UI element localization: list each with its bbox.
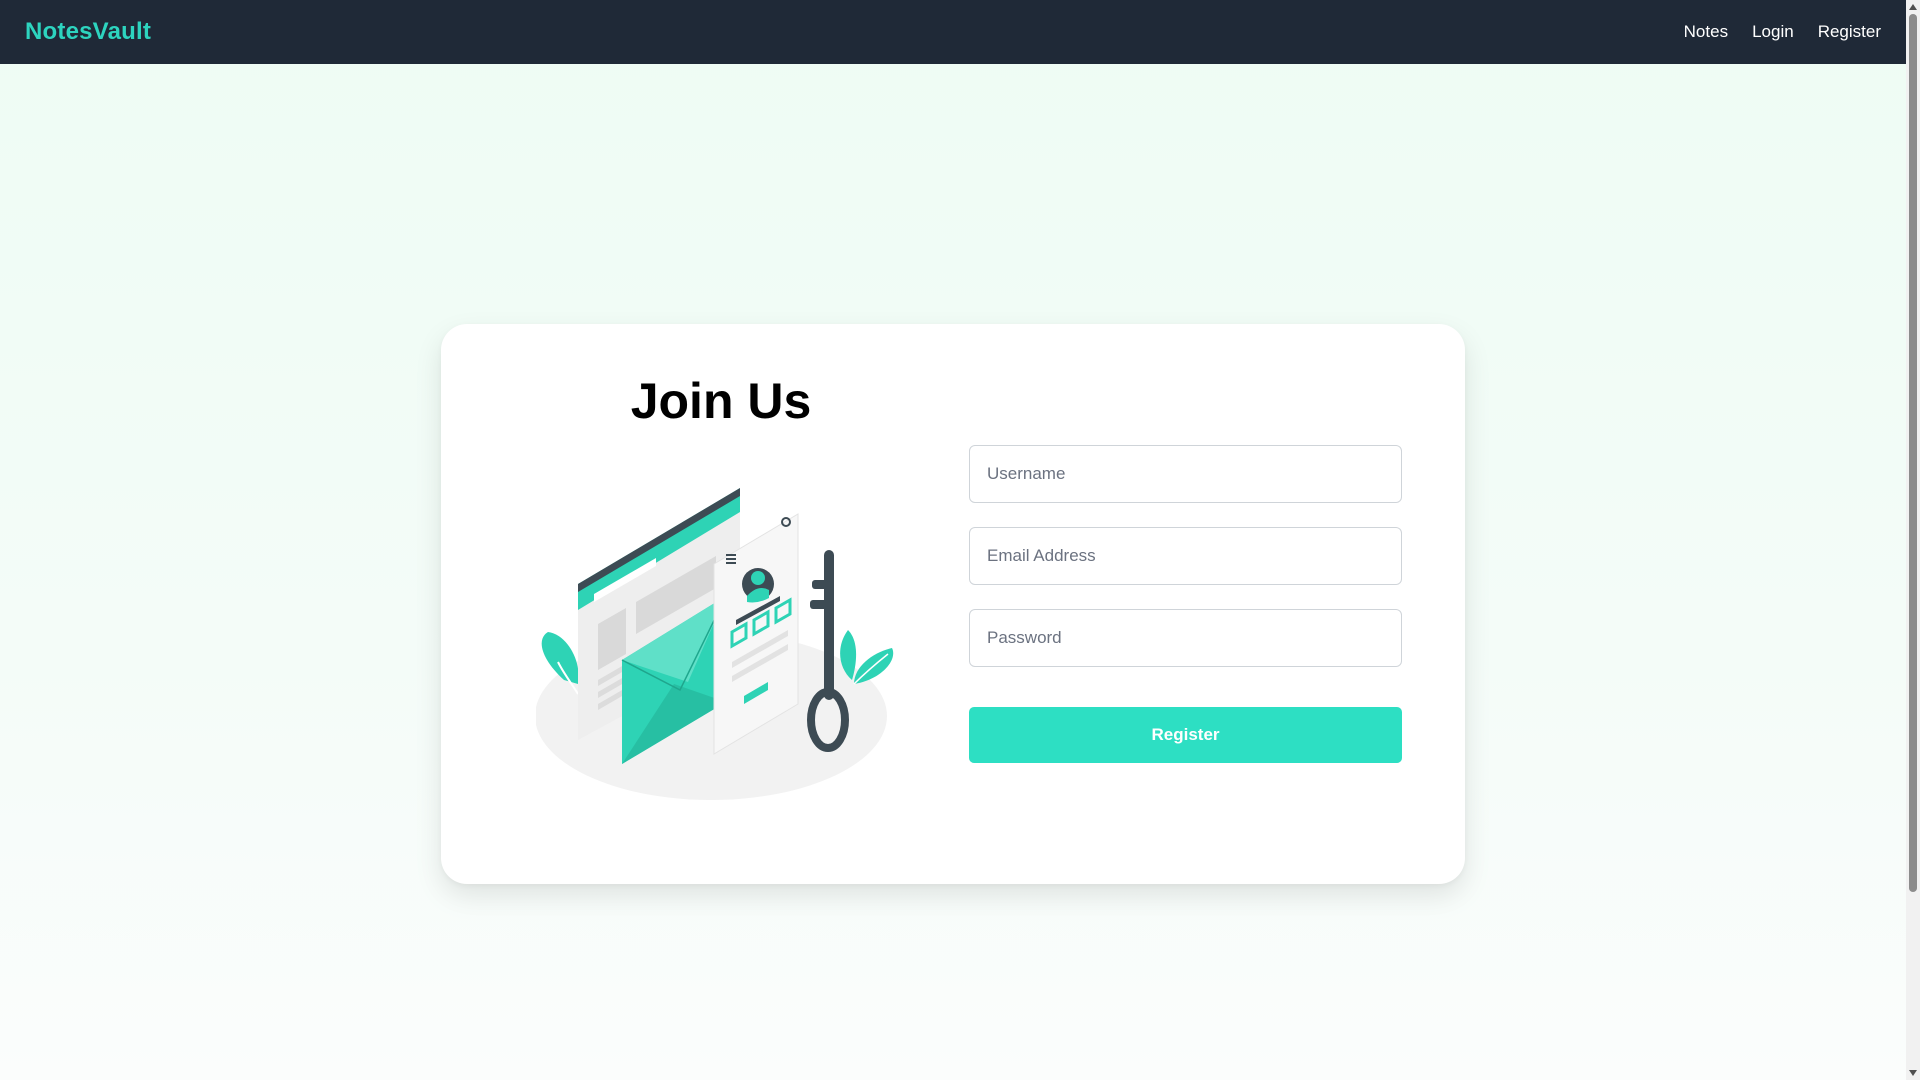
register-button[interactable]: Register	[969, 707, 1402, 763]
scroll-down-arrow-icon[interactable]	[1906, 1066, 1920, 1080]
page-title: Join Us	[630, 373, 812, 429]
username-input[interactable]	[969, 445, 1402, 503]
login-illustration	[536, 488, 894, 800]
email-input[interactable]	[969, 527, 1402, 585]
top-navbar: NotesVault Notes Login Register	[0, 0, 1906, 64]
nav-links: Notes Login Register	[1660, 22, 1881, 42]
nav-link-register[interactable]: Register	[1818, 22, 1881, 42]
nav-link-login[interactable]: Login	[1752, 22, 1794, 42]
scrollbar-thumb[interactable]	[1909, 14, 1917, 892]
scroll-up-arrow-icon[interactable]	[1906, 0, 1920, 14]
nav-link-notes[interactable]: Notes	[1684, 22, 1728, 42]
brand-logo[interactable]: NotesVault	[25, 18, 151, 46]
password-input[interactable]	[969, 609, 1402, 667]
register-card: Join Us Username Email Address Register	[441, 324, 1465, 884]
vertical-scrollbar[interactable]	[1906, 0, 1920, 1080]
